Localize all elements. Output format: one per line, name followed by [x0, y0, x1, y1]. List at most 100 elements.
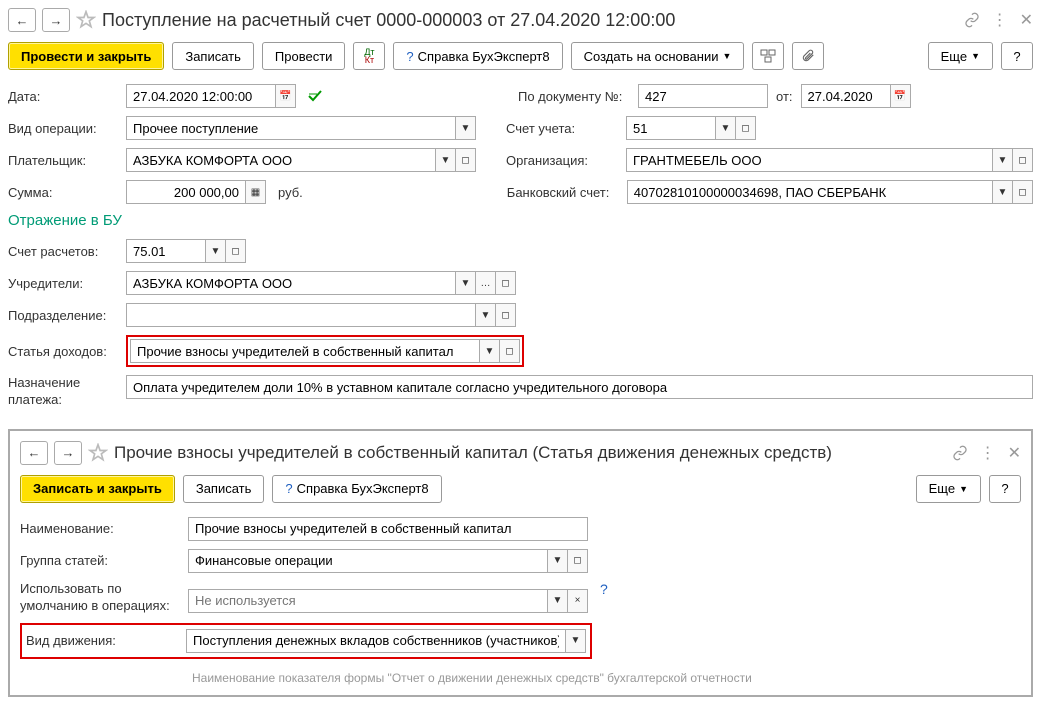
move-type-input[interactable] — [187, 630, 565, 652]
move-type-label: Вид движения: — [26, 633, 178, 648]
account-input[interactable] — [627, 117, 715, 139]
post-button[interactable]: Провести — [262, 42, 346, 70]
open-icon[interactable]: ◻ — [1012, 181, 1032, 203]
forward-button[interactable]: → — [42, 8, 70, 32]
help-button[interactable]: ? — [989, 475, 1021, 503]
save-button[interactable]: Записать — [183, 475, 265, 503]
founders-group: ▼ … ◻ — [126, 271, 516, 295]
more-icon[interactable]: ⋮ — [992, 10, 1008, 30]
move-type-row: Вид движения: ▼ — [20, 623, 592, 659]
op-type-input[interactable] — [127, 117, 455, 139]
back-button[interactable]: ← — [8, 8, 36, 32]
purpose-input[interactable] — [127, 376, 1032, 398]
main-titlebar: ← → Поступление на расчетный счет 0000-0… — [8, 8, 1033, 32]
name-group — [188, 517, 588, 541]
op-type-label: Вид операции: — [8, 121, 118, 136]
save-button[interactable]: Записать — [172, 42, 254, 70]
income-item-row: Статья доходов: ▼ ◻ — [8, 335, 1033, 367]
name-input[interactable] — [189, 518, 587, 540]
link-icon[interactable] — [964, 12, 980, 28]
payer-group: ▼ ◻ — [126, 148, 476, 172]
open-icon[interactable]: ◻ — [455, 149, 475, 171]
open-icon[interactable]: ◻ — [567, 550, 587, 572]
dropdown-icon[interactable]: ▼ — [435, 149, 455, 171]
more-button[interactable]: Еще ▼ — [916, 475, 981, 503]
purpose-group — [126, 375, 1033, 399]
dtkt-button[interactable]: ДтКт — [353, 42, 385, 70]
help-ref-button[interactable]: ? Справка БухЭксперт8 — [272, 475, 441, 503]
settle-acc-input[interactable] — [127, 240, 205, 262]
open-icon[interactable]: ◻ — [495, 272, 515, 294]
amount-input[interactable] — [127, 181, 245, 203]
back-button[interactable]: ← — [20, 441, 48, 465]
dropdown-icon[interactable]: ▼ — [547, 550, 567, 572]
dropdown-icon[interactable]: ▼ — [205, 240, 225, 262]
open-icon[interactable]: ◻ — [1012, 149, 1032, 171]
window-title: Поступление на расчетный счет 0000-00000… — [102, 10, 958, 31]
open-icon[interactable]: ◻ — [495, 304, 515, 326]
from-label: от: — [776, 89, 793, 104]
help-button[interactable]: ? — [1001, 42, 1033, 70]
attach-button[interactable] — [792, 42, 824, 70]
org-input[interactable] — [627, 149, 992, 171]
from-date-input[interactable] — [802, 85, 890, 107]
open-icon[interactable]: ◻ — [225, 240, 245, 262]
payer-input[interactable] — [127, 149, 435, 171]
dropdown-icon[interactable]: ▼ — [455, 272, 475, 294]
currency-label: руб. — [278, 185, 303, 200]
more-label: Еще — [929, 481, 955, 496]
account-label: Счет учета: — [506, 121, 618, 136]
op-type-group: ▼ — [126, 116, 476, 140]
dropdown-icon[interactable]: ▼ — [475, 304, 495, 326]
structure-button[interactable] — [752, 42, 784, 70]
dropdown-icon[interactable]: ▼ — [565, 630, 585, 652]
star-icon[interactable] — [88, 443, 108, 463]
dropdown-icon[interactable]: ▼ — [992, 149, 1012, 171]
post-close-button[interactable]: Провести и закрыть — [8, 42, 164, 70]
amount-group: ▦ — [126, 180, 266, 204]
calendar-icon[interactable]: 📅 — [275, 85, 295, 107]
more-label: Еще — [941, 49, 967, 64]
use-default-group: ▼ × — [188, 589, 588, 613]
move-type-group: ▼ — [186, 629, 586, 653]
create-based-button[interactable]: Создать на основании ▼ — [571, 42, 745, 70]
income-item-label: Статья доходов: — [8, 344, 118, 359]
dropdown-icon[interactable]: ▼ — [479, 340, 499, 362]
dropdown-icon[interactable]: ▼ — [992, 181, 1012, 203]
close-icon[interactable]: ✕ — [1008, 443, 1021, 463]
main-toolbar: Провести и закрыть Записать Провести ДтК… — [8, 42, 1033, 70]
dropdown-icon[interactable]: ▼ — [455, 117, 475, 139]
ellipsis-icon[interactable]: … — [475, 272, 495, 294]
close-icon[interactable]: ✕ — [1020, 10, 1033, 30]
forward-button[interactable]: → — [54, 441, 82, 465]
dropdown-icon[interactable]: ▼ — [715, 117, 735, 139]
help-ref-button[interactable]: ? Справка БухЭксперт8 — [393, 42, 562, 70]
income-item-input[interactable] — [131, 340, 479, 362]
date-input[interactable] — [127, 85, 275, 107]
dept-input[interactable] — [127, 304, 475, 326]
use-default-label-1: Использовать по — [20, 581, 180, 598]
group-input[interactable] — [189, 550, 547, 572]
founders-input[interactable] — [127, 272, 455, 294]
more-button[interactable]: Еще ▼ — [928, 42, 993, 70]
star-icon[interactable] — [76, 10, 96, 30]
link-icon[interactable] — [952, 445, 968, 461]
use-default-input[interactable] — [189, 590, 547, 612]
doc-num-input[interactable] — [639, 85, 767, 107]
move-type-hint: Наименование показателя формы "Отчет о д… — [192, 671, 1021, 685]
doc-num-label: По документу №: — [518, 89, 630, 104]
section-bu: Отражение в БУ — [8, 212, 1033, 229]
open-icon[interactable]: ◻ — [499, 340, 519, 362]
calendar-icon[interactable]: 📅 — [890, 85, 910, 107]
open-icon[interactable]: ◻ — [735, 117, 755, 139]
more-icon[interactable]: ⋮ — [980, 443, 996, 463]
help-ref-label: Справка БухЭксперт8 — [418, 49, 550, 64]
bank-acc-input[interactable] — [628, 181, 992, 203]
dropdown-icon[interactable]: ▼ — [547, 590, 567, 612]
calc-icon[interactable]: ▦ — [245, 181, 265, 203]
help-question-icon[interactable]: ? — [600, 581, 608, 597]
clear-icon[interactable]: × — [567, 590, 587, 612]
payer-label: Плательщик: — [8, 153, 118, 168]
save-close-button[interactable]: Записать и закрыть — [20, 475, 175, 503]
account-group: ▼ ◻ — [626, 116, 756, 140]
